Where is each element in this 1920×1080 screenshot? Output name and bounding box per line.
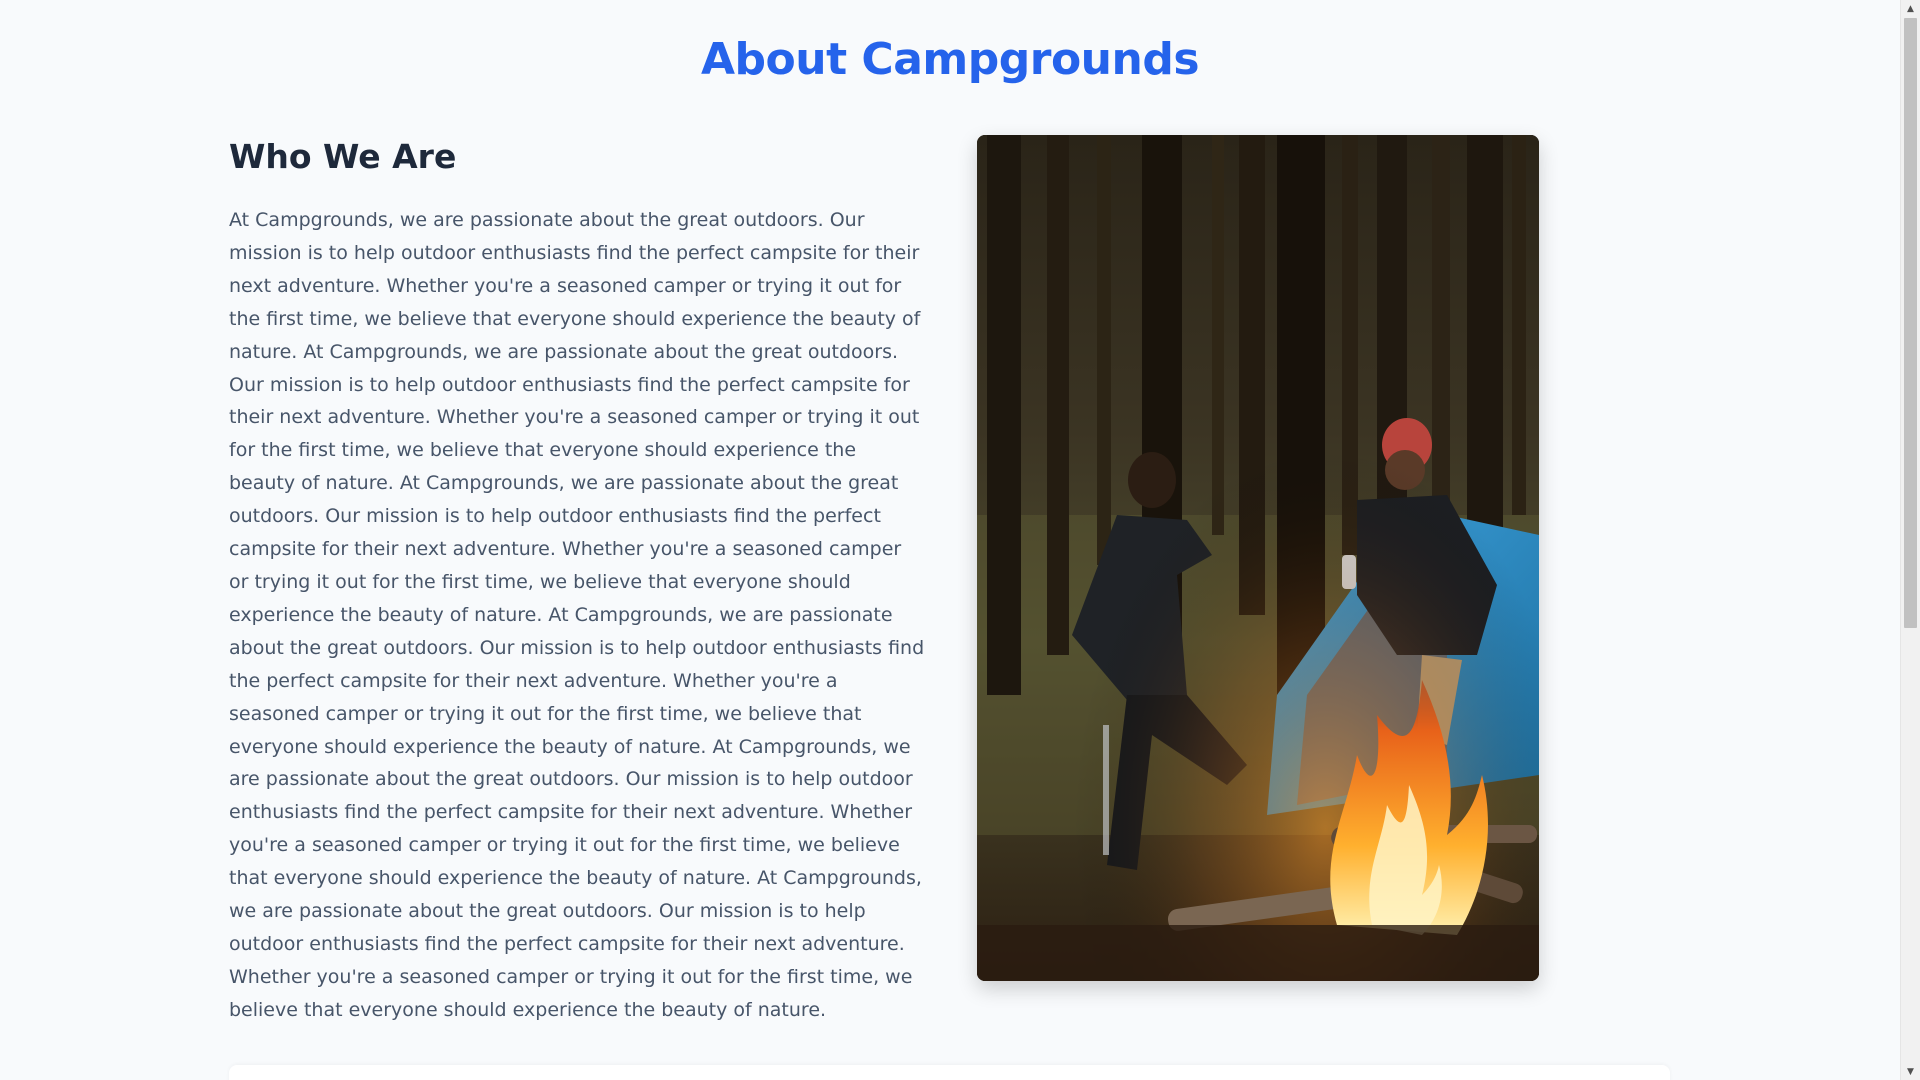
campfire-photo (977, 135, 1539, 981)
about-body-text: At Campgrounds, we are passionate about … (229, 209, 925, 1021)
scrollbar-thumb[interactable] (1904, 18, 1917, 628)
page-viewport: About Campgrounds Who We Are At Campgrou… (0, 0, 1920, 1080)
vertical-scrollbar[interactable]: ▲ ▼ (1900, 0, 1920, 1080)
who-we-are-heading: Who We Are (229, 137, 457, 176)
page-content: About Campgrounds Who We Are At Campgrou… (0, 0, 1900, 1080)
scroll-down-arrow-icon[interactable]: ▼ (1901, 1063, 1920, 1080)
page-title: About Campgrounds (700, 34, 1200, 85)
next-section-card (229, 1065, 1670, 1080)
scroll-up-arrow-icon[interactable]: ▲ (1901, 0, 1920, 17)
